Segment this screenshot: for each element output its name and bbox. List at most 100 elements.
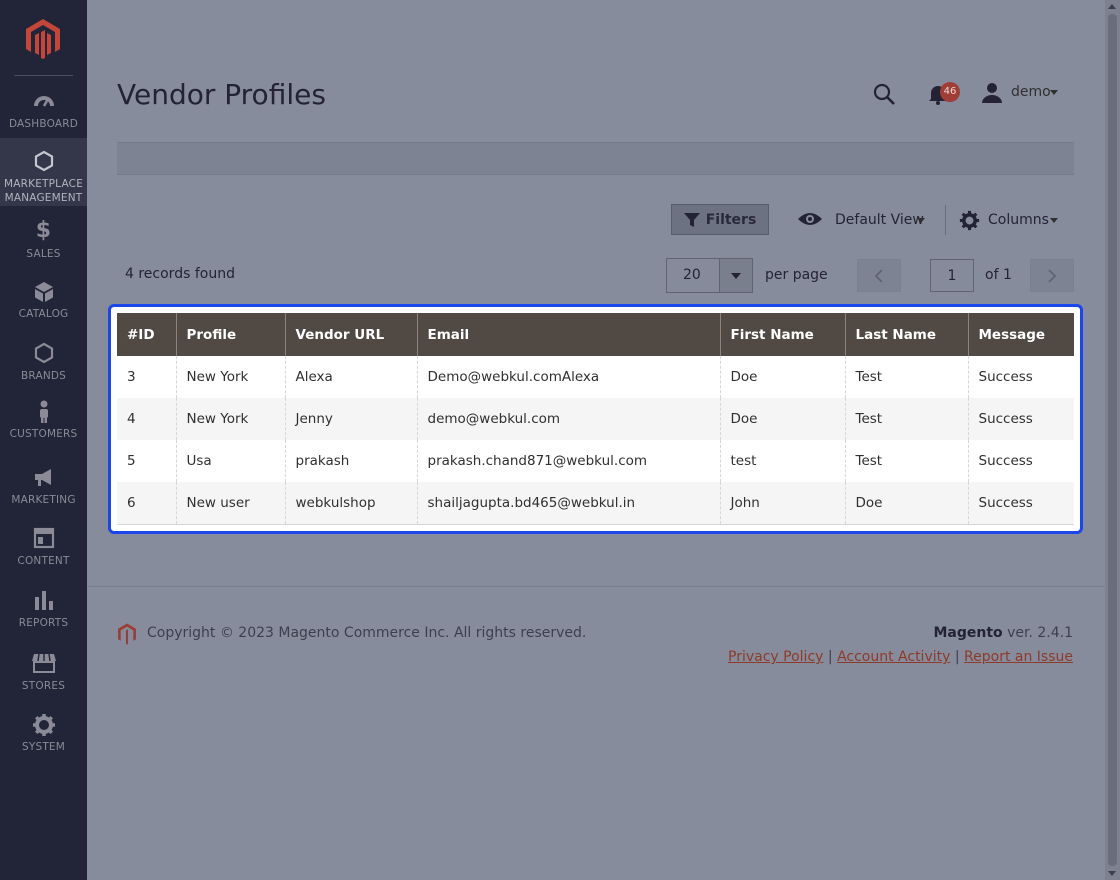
per-page-select[interactable]: 20 (666, 258, 753, 293)
sidebar-divider (14, 75, 73, 76)
cell-message: Success (967, 482, 1074, 525)
sidebar-item-customers[interactable]: Customers (0, 400, 87, 441)
sidebar-item-marketing[interactable]: Marketing (0, 466, 87, 507)
records-found-count: 4 records found (125, 266, 235, 282)
filters-button[interactable]: Filters (671, 204, 769, 235)
cell-last-name: Test (844, 356, 968, 398)
sidebar-item-reports[interactable]: Reports (0, 589, 87, 630)
column-header-last-name[interactable]: Last Name (844, 313, 968, 356)
report-issue-link[interactable]: Report an Issue (964, 649, 1073, 665)
page-number-input[interactable]: 1 (930, 259, 974, 292)
scrollbar-thumb[interactable] (1108, 14, 1117, 866)
sidebar-item-label: Brands (20, 370, 67, 382)
cell-email: demo@webkul.com (416, 398, 720, 440)
sidebar-item-label: Catalog (18, 308, 69, 320)
hexagon-icon (0, 342, 87, 366)
footer-copyright: Copyright © 2023 Magento Commerce Inc. A… (147, 625, 587, 641)
vertical-scrollbar[interactable] (1105, 0, 1120, 880)
admin-sidebar: Dashboard Marketplace Management $ Sales… (0, 0, 87, 880)
cell-vendor-url: webkulshop (284, 482, 417, 525)
magento-logo-icon[interactable] (24, 18, 62, 60)
sidebar-item-brands[interactable]: Brands (0, 342, 87, 383)
bar-chart-icon (0, 589, 87, 613)
cell-id: 4 (117, 398, 176, 440)
sidebar-item-content[interactable]: Content (0, 527, 87, 568)
column-header-id[interactable]: #ID (117, 313, 176, 356)
gear-icon[interactable] (959, 210, 980, 231)
cell-vendor-url: Jenny (284, 398, 417, 440)
cell-profile: Usa (175, 440, 285, 482)
sidebar-item-sales[interactable]: $ Sales (0, 220, 87, 261)
cell-first-name: test (719, 440, 845, 482)
privacy-policy-link[interactable]: Privacy Policy (728, 649, 823, 665)
dashboard-icon (0, 90, 87, 114)
next-page-button[interactable] (1030, 259, 1074, 292)
filters-button-label: Filters (705, 211, 757, 228)
cell-id: 6 (117, 482, 176, 525)
scroll-down-arrow-icon[interactable] (1108, 871, 1116, 876)
column-header-message[interactable]: Message (967, 313, 1074, 356)
page-actions-bar (117, 142, 1074, 175)
person-icon (0, 400, 87, 424)
cell-profile: New York (175, 356, 285, 398)
table-row[interactable]: 5 Usa prakash prakash.chand871@webkul.co… (117, 440, 1074, 482)
search-icon[interactable] (872, 82, 896, 106)
chevron-down-icon[interactable] (1050, 218, 1058, 223)
funnel-icon (683, 212, 700, 227)
table-row[interactable]: 6 New user webkulshop shailjagupta.bd465… (117, 482, 1074, 525)
cell-message: Success (967, 398, 1074, 440)
chevron-left-icon (874, 268, 883, 283)
table-row[interactable]: 3 New York Alexa Demo@webkul.comAlexa Do… (117, 356, 1074, 398)
footer-links: Privacy Policy | Account Activity | Repo… (728, 649, 1073, 665)
user-menu-name[interactable]: demo (1011, 84, 1051, 100)
account-activity-link[interactable]: Account Activity (837, 649, 950, 665)
column-header-email[interactable]: Email (416, 313, 720, 356)
chevron-right-icon (1048, 268, 1057, 283)
notifications-count-badge[interactable]: 46 (940, 82, 960, 102)
cell-profile: New user (175, 482, 285, 525)
cell-last-name: Doe (844, 482, 968, 525)
storefront-icon (0, 652, 87, 676)
sidebar-item-dashboard[interactable]: Dashboard (0, 90, 87, 130)
toolbar-divider (945, 205, 946, 235)
cell-first-name: Doe (719, 398, 845, 440)
scroll-up-arrow-icon[interactable] (1108, 4, 1116, 9)
cell-vendor-url: prakash (284, 440, 417, 482)
sidebar-item-stores[interactable]: Stores (0, 652, 87, 693)
per-page-toggle-button[interactable] (719, 259, 752, 292)
footer-divider (87, 586, 1105, 587)
cell-first-name: John (719, 482, 845, 525)
sidebar-item-marketplace-management[interactable]: Marketplace Management (0, 138, 87, 206)
cell-id: 5 (117, 440, 176, 482)
column-header-profile[interactable]: Profile (175, 313, 285, 356)
sidebar-item-system[interactable]: System (0, 713, 87, 754)
sidebar-item-label: Reports (18, 617, 69, 629)
total-pages-label: of 1 (985, 267, 1012, 283)
columns-dropdown[interactable]: Columns (988, 212, 1049, 228)
default-view-dropdown[interactable]: Default View (835, 212, 924, 228)
cell-message: Success (967, 356, 1074, 398)
cube-icon (0, 280, 87, 304)
per-page-value: 20 (683, 267, 701, 283)
per-page-label: per page (765, 267, 828, 283)
sidebar-item-catalog[interactable]: Catalog (0, 280, 87, 321)
sidebar-item-label: Marketing (11, 494, 76, 506)
footer-version: Magento ver. 2.4.1 (933, 625, 1073, 641)
hexagon-icon (0, 150, 87, 174)
column-header-first-name[interactable]: First Name (719, 313, 845, 356)
sidebar-item-label: Content (17, 555, 70, 567)
column-header-vendor-url[interactable]: Vendor URL (284, 313, 417, 356)
cell-vendor-url: Alexa (284, 356, 417, 398)
eye-icon[interactable] (797, 209, 823, 229)
user-menu-caret-icon[interactable] (1050, 90, 1058, 95)
gear-icon (0, 713, 87, 737)
chevron-down-icon (731, 273, 741, 279)
chevron-down-icon[interactable] (917, 218, 925, 223)
previous-page-button[interactable] (857, 259, 901, 292)
table-row[interactable]: 4 New York Jenny demo@webkul.com Doe Tes… (117, 398, 1074, 440)
cell-email: prakash.chand871@webkul.com (416, 440, 720, 482)
cell-id: 3 (117, 356, 176, 398)
user-avatar-icon[interactable] (980, 81, 1004, 105)
sidebar-item-label: Stores (21, 680, 66, 692)
vendor-profiles-grid: #ID Profile Vendor URL Email First Name … (117, 313, 1074, 525)
